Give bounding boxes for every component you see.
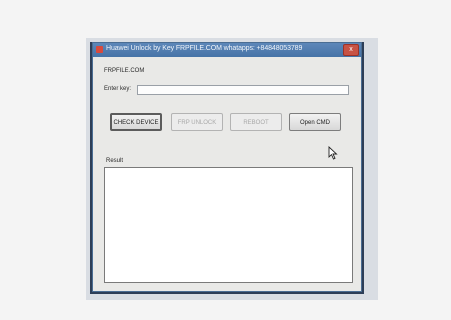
result-textbox[interactable] (104, 167, 353, 283)
brand-label: FRPFILE.COM (104, 68, 145, 74)
enter-key-label: Enter key: (104, 86, 132, 92)
app-icon (96, 46, 103, 53)
app-window: Huawei Unlock by Key FRPFILE.COM whatapp… (92, 42, 362, 292)
reboot-button[interactable]: REBOOT (230, 113, 282, 131)
key-input[interactable] (137, 85, 349, 95)
title-bar[interactable]: Huawei Unlock by Key FRPFILE.COM whatapp… (93, 43, 361, 57)
frp-unlock-button[interactable]: FRP UNLOCK (171, 113, 223, 131)
close-button[interactable]: x (343, 44, 359, 56)
check-device-button[interactable]: CHECK DEVICE (110, 113, 162, 131)
open-cmd-button[interactable]: Open CMD (289, 113, 341, 131)
mouse-cursor-icon (328, 146, 338, 160)
window-title: Huawei Unlock by Key FRPFILE.COM whatapp… (106, 45, 303, 52)
result-label: Result (106, 158, 124, 164)
